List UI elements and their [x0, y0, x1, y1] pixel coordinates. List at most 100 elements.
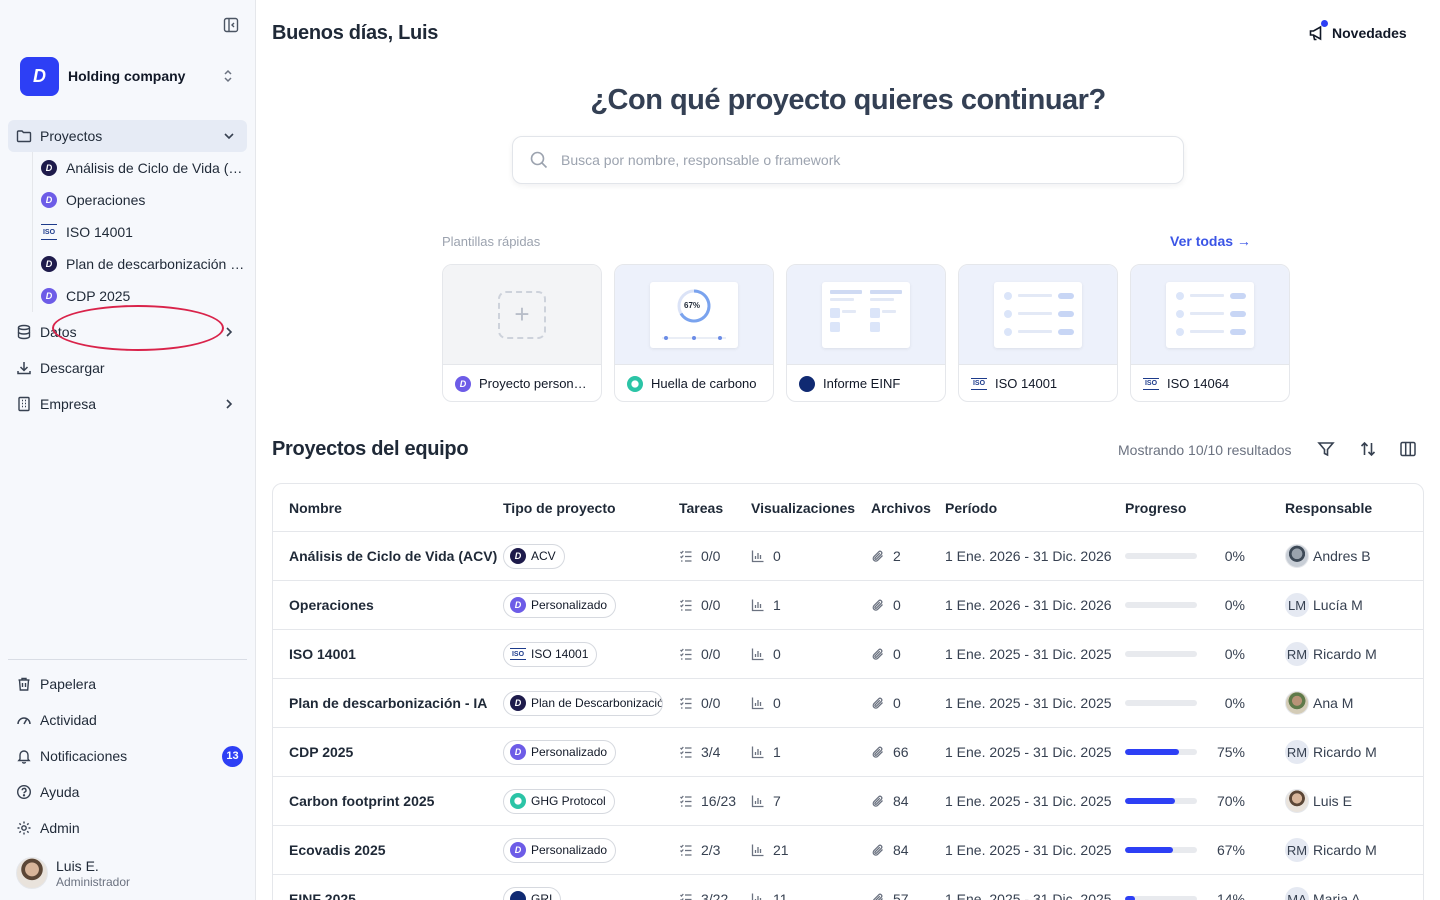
sidebar-item-admin[interactable]: Admin — [8, 812, 247, 844]
sidebar-project-descarbonizacion[interactable]: D Plan de descarbonización - IA — [33, 248, 247, 280]
template-label: Informe EINF — [823, 376, 901, 391]
thumbnail-document: 67% — [650, 281, 738, 348]
column-header-archivos[interactable]: Archivos — [871, 484, 931, 531]
project-name[interactable]: Carbon footprint 2025 — [289, 777, 434, 825]
sidebar-item-label: Descargar — [40, 360, 105, 376]
owner-name: Ricardo M — [1313, 842, 1377, 858]
column-header-tipo[interactable]: Tipo de proyecto — [503, 484, 616, 531]
sidebar-item-label: Papelera — [40, 676, 97, 692]
template-card-iso14001[interactable]: ISO ISO 14001 — [958, 264, 1118, 402]
project-logo-icon: D — [41, 192, 57, 208]
ghg-logo-icon — [627, 375, 643, 392]
sidebar-item-ayuda[interactable]: Ayuda — [8, 776, 247, 808]
sidebar-item-actividad[interactable]: Actividad — [8, 704, 247, 736]
template-label: Proyecto personalizado — [479, 376, 601, 391]
project-type-chip: GHG Protocol — [503, 788, 615, 814]
sidebar-project-operaciones[interactable]: D Operaciones — [33, 184, 247, 216]
news-button[interactable]: Novedades — [1308, 20, 1407, 42]
owner-name: Lucía M — [1313, 597, 1363, 613]
company-logo: D — [20, 56, 59, 96]
tasks-count: 0/0 — [701, 646, 721, 662]
project-type-chip: D Personalizado — [503, 739, 617, 765]
project-logo-icon: D — [510, 695, 526, 711]
chevron-down-icon — [221, 128, 237, 144]
project-search[interactable] — [512, 136, 1184, 184]
project-name[interactable]: Plan de descarbonización - IA — [289, 679, 487, 727]
project-name[interactable]: CDP 2025 — [289, 728, 353, 776]
views-count: 1 — [773, 744, 781, 760]
chevron-right-icon — [221, 396, 237, 412]
project-logo-icon: D — [510, 597, 526, 613]
iso-logo-icon: ISO — [971, 377, 987, 390]
files-count: 2 — [893, 548, 901, 564]
owner-name: Luis E — [1313, 793, 1352, 809]
sidebar-item-proyectos[interactable]: Proyectos — [8, 120, 247, 152]
project-list: D Análisis de Ciclo de Vida (ACV) D Oper… — [32, 152, 247, 312]
sidebar-item-datos[interactable]: Datos — [8, 316, 247, 348]
bar-chart-icon — [751, 647, 765, 661]
project-name[interactable]: Análisis de Ciclo de Vida (ACV) — [289, 532, 497, 580]
period: 1 Ene. 2026 - 31 Dic. 2026 — [945, 548, 1112, 564]
table-row[interactable]: ISO 14001 ISO ISO 14001 0/0 0 0 1 Ene. 2025 - … — [273, 630, 1423, 679]
columns-button[interactable] — [1398, 440, 1418, 460]
sort-button[interactable] — [1358, 440, 1378, 460]
progress-bar — [1125, 896, 1197, 900]
project-type-label: ISO 14001 — [531, 647, 589, 661]
company-switcher[interactable]: D Holding company — [20, 56, 242, 96]
avatar — [1285, 691, 1309, 715]
period: 1 Ene. 2025 - 31 Dic. 2025 — [945, 744, 1112, 760]
checklist-icon — [679, 843, 693, 857]
help-circle-icon — [16, 784, 32, 800]
table-row[interactable]: Plan de descarbonización - IA D Plan de De… — [273, 679, 1423, 728]
template-card-personalizado[interactable]: + D Proyecto personalizado — [442, 264, 602, 402]
column-header-progreso[interactable]: Progreso — [1125, 484, 1245, 531]
progress-bar — [1125, 553, 1197, 559]
sidebar-project-iso14001[interactable]: ISO ISO 14001 — [33, 216, 247, 248]
column-header-periodo[interactable]: Período — [945, 484, 997, 531]
table-row[interactable]: Ecovadis 2025 D Personalizado 2/3 21 84 1 Ene.… — [273, 826, 1423, 875]
table-row[interactable]: Operaciones D Personalizado 0/0 1 0 1 Ene. 202… — [273, 581, 1423, 630]
project-name[interactable]: Operaciones — [289, 581, 374, 629]
sidebar-divider — [8, 659, 247, 660]
table-row[interactable]: Análisis de Ciclo de Vida (ACV) D ACV 0/0 0 2… — [273, 532, 1423, 581]
sidebar-collapse-icon[interactable] — [222, 16, 240, 34]
see-all-templates-link[interactable]: Ver todas → — [1170, 233, 1251, 249]
template-card-huella[interactable]: 67% Huella de carbono — [614, 264, 774, 402]
sidebar-item-label: Actividad — [40, 712, 97, 728]
progress-bar — [1125, 700, 1197, 706]
column-header-nombre[interactable]: Nombre — [289, 484, 342, 531]
sidebar-item-papelera[interactable]: Papelera — [8, 668, 247, 700]
sidebar-project-acv[interactable]: D Análisis de Ciclo de Vida (ACV) — [33, 152, 247, 184]
template-thumbnail: + — [443, 265, 601, 365]
sidebar-project-label: CDP 2025 — [66, 288, 131, 304]
template-card-iso14064[interactable]: ISO ISO 14064 — [1130, 264, 1290, 402]
user-name: Luis E. — [56, 857, 99, 874]
project-logo-icon: D — [41, 160, 57, 176]
table-row[interactable]: CDP 2025 D Personalizado 3/4 1 66 1 Ene. 2025 … — [273, 728, 1423, 777]
views-count: 0 — [773, 548, 781, 564]
bar-chart-icon — [751, 745, 765, 759]
sidebar-item-descargar[interactable]: Descargar — [8, 352, 247, 384]
tasks-count: 0/0 — [701, 695, 721, 711]
project-name[interactable]: EINF 2025 — [289, 875, 356, 900]
sidebar-item-empresa[interactable]: Empresa — [8, 388, 247, 420]
table-row[interactable]: Carbon footprint 2025 GHG Protocol 16/23 7 8… — [273, 777, 1423, 826]
filter-icon — [1317, 440, 1335, 461]
user-role: Administrador — [56, 874, 131, 889]
user-profile[interactable]: Luis E. Administrador — [16, 856, 246, 890]
iso-logo-icon: ISO — [1143, 377, 1159, 390]
project-name[interactable]: Ecovadis 2025 — [289, 826, 386, 874]
files-count: 0 — [893, 646, 901, 662]
table-row[interactable]: EINF 2025 GRI 3/22 11 57 1 Ene. 2025 - 31 Dic… — [273, 875, 1423, 900]
search-input[interactable] — [561, 152, 1183, 168]
project-name[interactable]: ISO 14001 — [289, 630, 356, 678]
template-card-einf[interactable]: Informe EINF — [786, 264, 946, 402]
column-header-responsable[interactable]: Responsable — [1285, 484, 1372, 531]
column-header-visualizaciones[interactable]: Visualizaciones — [751, 484, 855, 531]
sidebar-item-notificaciones[interactable]: Notificaciones 13 — [8, 740, 247, 772]
results-count: Mostrando 10/10 resultados — [1118, 442, 1292, 458]
sidebar-project-cdp[interactable]: D CDP 2025 — [33, 280, 247, 312]
sidebar-item-label: Empresa — [40, 396, 97, 412]
column-header-tareas[interactable]: Tareas — [679, 484, 723, 531]
filter-button[interactable] — [1316, 440, 1336, 460]
